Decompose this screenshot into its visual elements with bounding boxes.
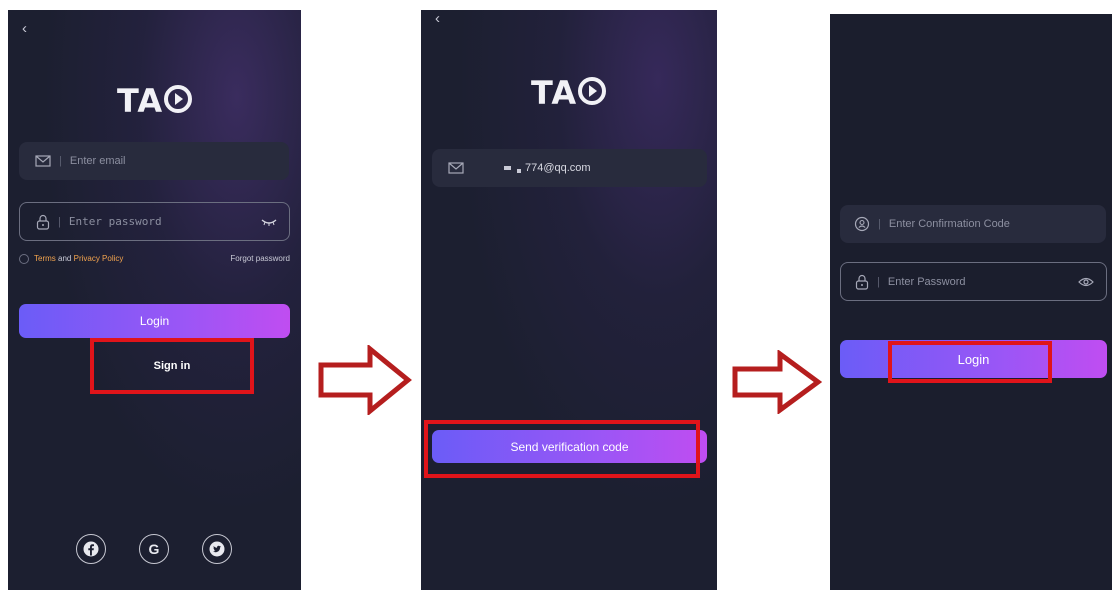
password-placeholder: Enter password bbox=[68, 215, 162, 228]
field-divider: | bbox=[59, 155, 62, 167]
mail-icon bbox=[35, 155, 51, 167]
terms-and: and bbox=[58, 254, 72, 263]
shield-code-icon bbox=[854, 216, 870, 232]
confirm-code-screen: | Enter Confirmation Code | Enter Passwo… bbox=[830, 14, 1112, 590]
forgot-password-link[interactable]: Forgot password bbox=[230, 254, 290, 263]
lock-icon bbox=[36, 214, 50, 230]
highlight-box bbox=[424, 420, 700, 478]
highlight-box bbox=[888, 341, 1052, 383]
facebook-icon[interactable] bbox=[76, 534, 106, 564]
password-field[interactable]: | Enter password bbox=[19, 202, 290, 241]
email-field[interactable]: 774@qq.com bbox=[432, 149, 707, 187]
logo-text: TA bbox=[531, 74, 578, 112]
verify-email-screen: ‹ TA 774@qq.com Send verification code bbox=[421, 10, 717, 590]
terms-link[interactable]: Terms bbox=[34, 254, 56, 263]
field-divider: | bbox=[58, 215, 61, 228]
confirmation-code-field[interactable]: | Enter Confirmation Code bbox=[840, 205, 1106, 243]
logo-play-icon bbox=[578, 77, 607, 105]
right-arrow-icon bbox=[732, 350, 822, 414]
field-divider: | bbox=[878, 218, 881, 230]
terms-text: Terms and Privacy Policy bbox=[34, 254, 123, 263]
masked-text bbox=[517, 168, 521, 173]
logo-text: TA bbox=[117, 82, 164, 120]
eye-icon[interactable] bbox=[1078, 277, 1094, 287]
password-placeholder: Enter Password bbox=[887, 275, 966, 288]
back-chevron-icon[interactable]: ‹ bbox=[435, 10, 440, 27]
field-divider: | bbox=[877, 275, 880, 288]
tao-logo: TA bbox=[531, 74, 607, 112]
privacy-policy-link[interactable]: Privacy Policy bbox=[74, 254, 124, 263]
password-field[interactable]: | Enter Password bbox=[840, 262, 1107, 301]
twitter-icon[interactable] bbox=[202, 534, 232, 564]
back-chevron-icon[interactable]: ‹ bbox=[22, 20, 27, 37]
email-placeholder: Enter email bbox=[69, 155, 126, 167]
terms-checkbox[interactable] bbox=[19, 254, 29, 264]
email-field[interactable]: | Enter email bbox=[19, 142, 289, 180]
eye-closed-icon[interactable] bbox=[261, 218, 277, 226]
right-arrow-icon bbox=[318, 345, 412, 415]
google-letter: G bbox=[148, 541, 160, 557]
lock-icon bbox=[855, 274, 869, 290]
login-screen: ‹ TA | Enter email | Enter password Term… bbox=[8, 10, 301, 590]
email-value: 774@qq.com bbox=[525, 162, 591, 174]
highlight-box bbox=[90, 338, 254, 394]
tao-logo: TA bbox=[117, 82, 193, 120]
google-icon[interactable]: G bbox=[139, 534, 169, 564]
login-button[interactable]: Login bbox=[19, 304, 290, 338]
logo-play-icon bbox=[164, 85, 193, 113]
login-button-label: Login bbox=[139, 314, 170, 328]
code-placeholder: Enter Confirmation Code bbox=[888, 218, 1010, 230]
mail-icon bbox=[448, 162, 464, 174]
masked-text bbox=[504, 166, 511, 170]
